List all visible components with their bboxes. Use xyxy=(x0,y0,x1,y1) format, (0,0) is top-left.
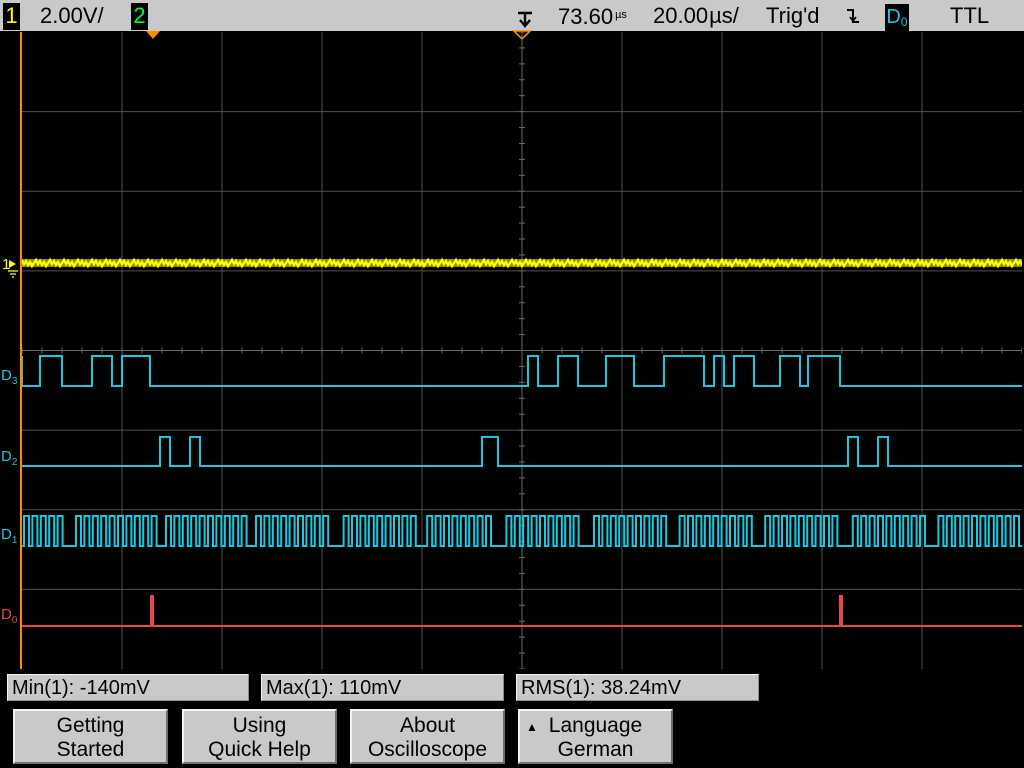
language-button[interactable]: ▲ Language German xyxy=(518,709,673,764)
channel-d0-pulse xyxy=(839,595,843,626)
measurement-min[interactable]: Min(1): -140mV xyxy=(7,674,249,701)
timebase-value: 20.00 xyxy=(653,3,709,28)
channel-2-indicator[interactable]: 2 xyxy=(131,2,148,30)
status-bar: 1 2.00V/ 2 73.60 µs 20.00µs/ Trig'd D0 T… xyxy=(0,0,1024,31)
getting-started-button[interactable]: Getting Started xyxy=(13,709,168,764)
trigger-source-badge: D0 xyxy=(885,4,909,31)
using-quick-help-button[interactable]: Using Quick Help xyxy=(182,709,337,764)
horizontal-delay-unit: µs xyxy=(615,9,627,21)
timebase-unit: µs/ xyxy=(709,3,739,28)
trigger-source[interactable]: D0 xyxy=(885,2,909,31)
channel-d0-pulse xyxy=(150,595,154,626)
waveform-traces xyxy=(22,257,1022,627)
trigger-status: Trig'd xyxy=(766,3,820,28)
measurement-rms[interactable]: RMS(1): 38.24mV xyxy=(516,674,759,701)
channel-d3-label[interactable]: D3 xyxy=(1,368,17,389)
trigger-threshold: TTL xyxy=(950,3,990,28)
trigger-position-marker-icon xyxy=(516,4,534,30)
waveform-display[interactable] xyxy=(22,32,1022,669)
trigger-falling-edge-icon xyxy=(845,2,861,29)
channel-1-scale: 2.00V/ xyxy=(40,3,104,28)
horizontal-delay-value: 73.60 xyxy=(558,4,614,29)
channel-d2-label[interactable]: D2 xyxy=(1,449,17,470)
channel-2-badge: 2 xyxy=(131,3,148,30)
horizontal-delay: 73.60 µs xyxy=(558,2,627,29)
left-border-marker xyxy=(20,32,22,669)
channel-d0-label[interactable]: D0 xyxy=(1,607,17,628)
channel-d2-trace xyxy=(22,436,1022,467)
channel-d1-trace xyxy=(22,515,1022,547)
channel-1-indicator[interactable]: 1 xyxy=(3,2,20,30)
timebase: 20.00µs/ xyxy=(653,2,739,29)
channel-d3-trace xyxy=(22,355,1022,387)
measurement-row: Min(1): -140mV Max(1): 110mV RMS(1): 38.… xyxy=(0,670,1024,708)
oscilloscope-screen: 1 2.00V/ 2 73.60 µs 20.00µs/ Trig'd D0 T… xyxy=(0,0,1024,768)
channel-1-trace-band xyxy=(22,259,1022,267)
softkey-bar: Getting Started Using Quick Help About Osci… xyxy=(0,706,1024,768)
measurement-max[interactable]: Max(1): 110mV xyxy=(261,674,504,701)
channel-d1-label[interactable]: D1 xyxy=(1,527,17,548)
ground-marker-icon xyxy=(8,260,18,278)
menu-indicator-icon: ▲ xyxy=(526,720,538,734)
channel-1-badge: 1 xyxy=(3,3,20,30)
about-oscilloscope-button[interactable]: About Oscilloscope xyxy=(350,709,505,764)
